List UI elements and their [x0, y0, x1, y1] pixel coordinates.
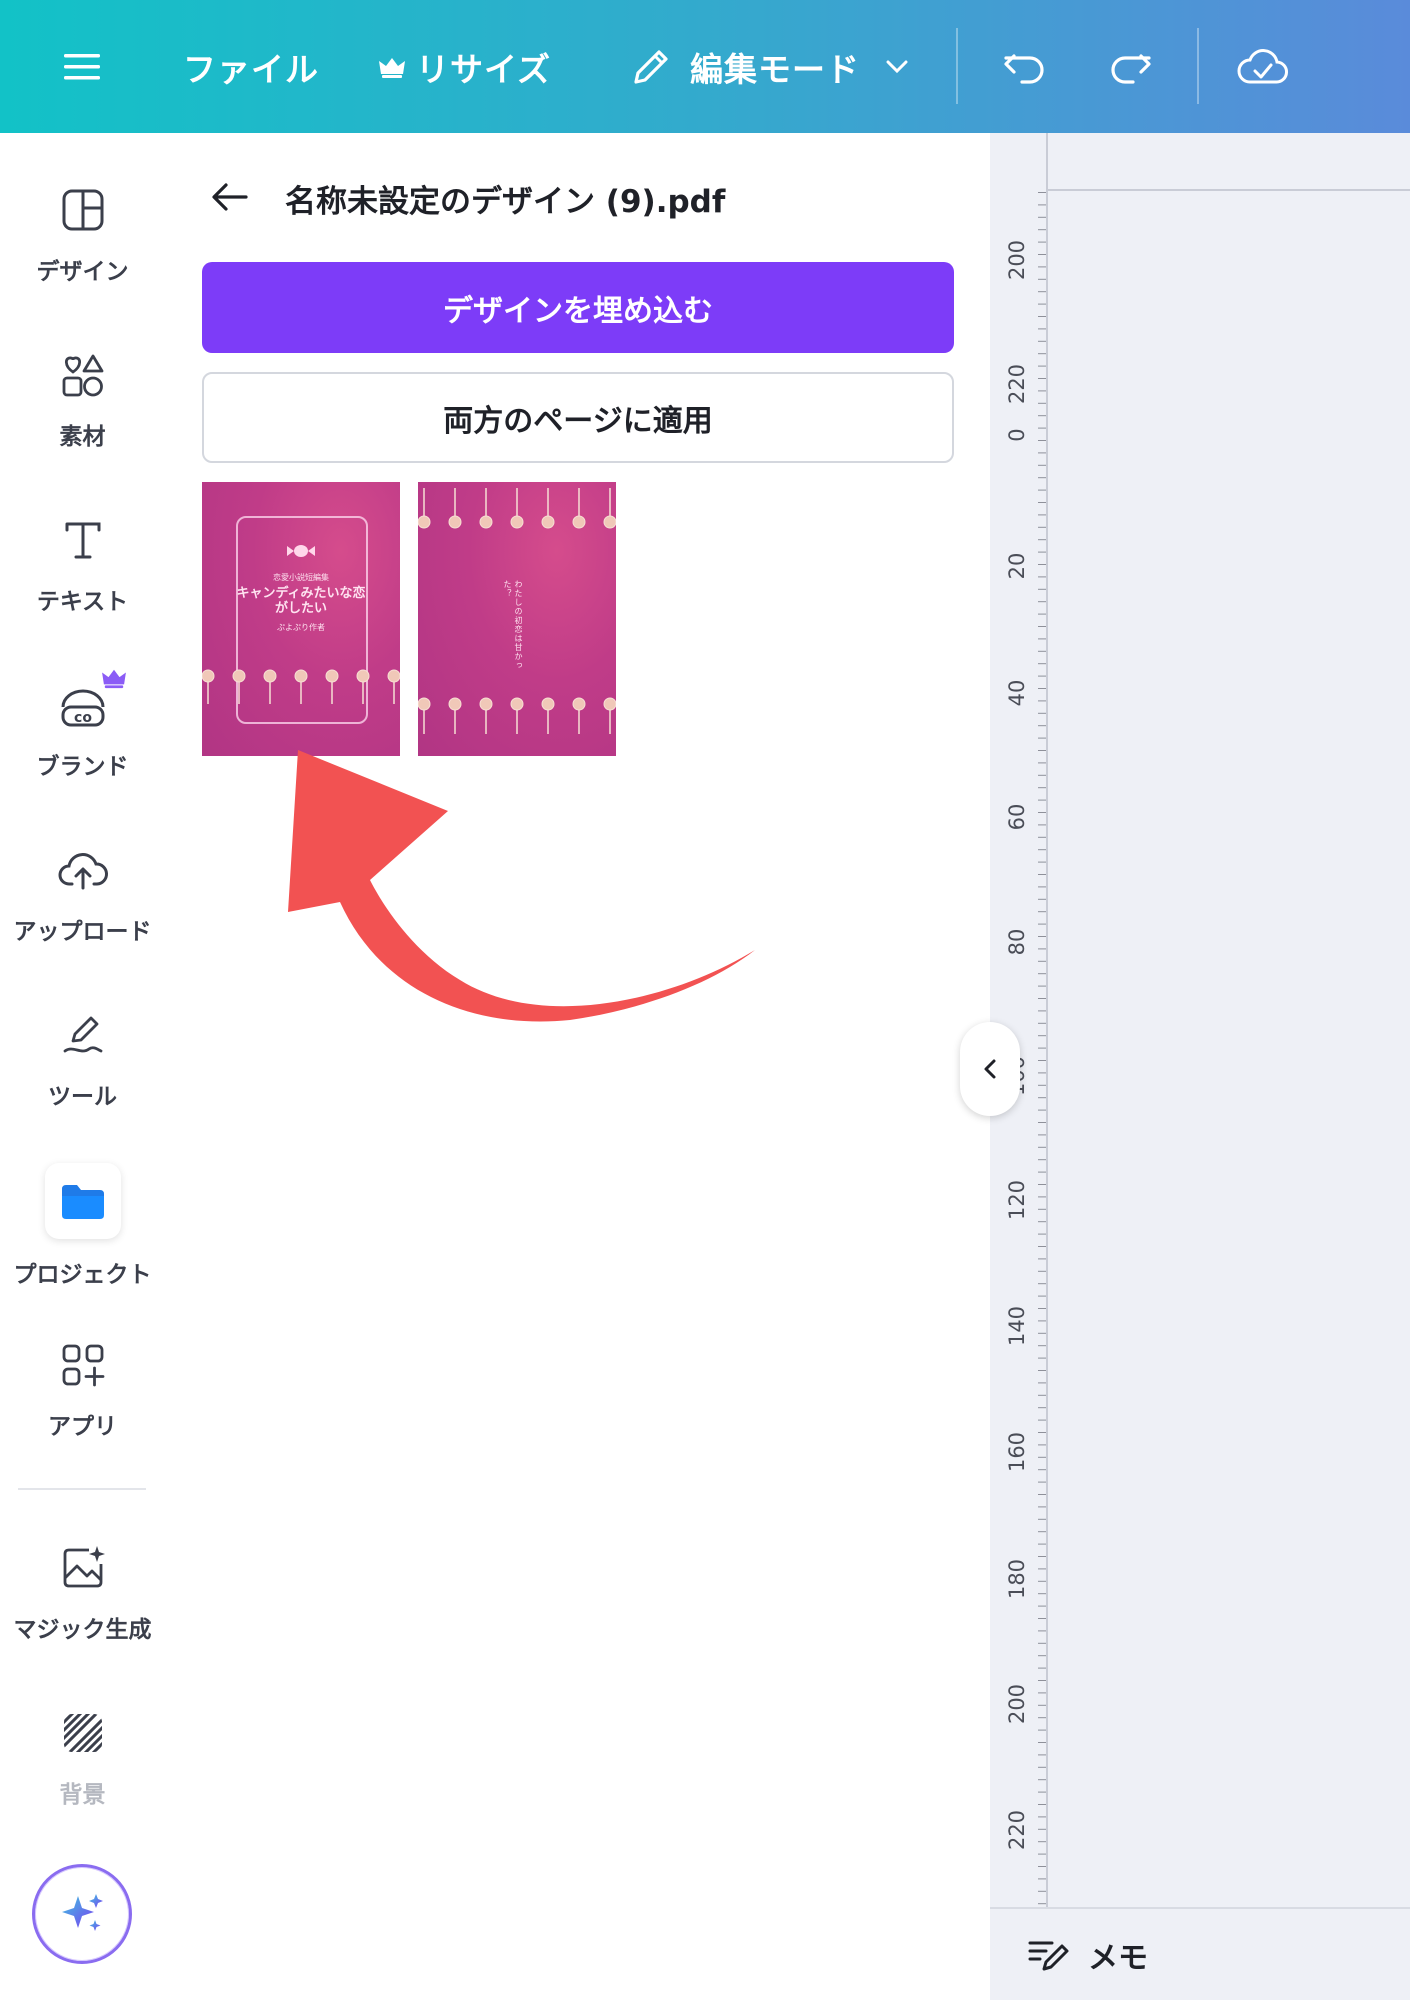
- toolbar-divider: [956, 28, 958, 104]
- sidebar-item-apps[interactable]: アプリ: [0, 1337, 165, 1441]
- sidebar-item-uploads[interactable]: アップロード: [0, 842, 165, 946]
- magic-image-icon: [55, 1540, 111, 1596]
- sidebar-item-brand[interactable]: co ブランド: [0, 669, 165, 781]
- ruler-label: 60: [1005, 803, 1029, 831]
- brand-icon: co: [55, 669, 126, 733]
- shapes-icon: [55, 347, 111, 403]
- ruler-label: 120: [1005, 1179, 1029, 1221]
- sidebar-item-label: ツール: [48, 1084, 117, 1110]
- top-toolbar: ファイル リサイズ 編集モード: [0, 0, 1410, 133]
- file-menu-label: ファイル: [183, 49, 319, 89]
- cover-subtitle: 恋愛小説短編集: [273, 573, 329, 582]
- ruler-label: 20: [1005, 552, 1029, 580]
- folder-icon: [44, 1163, 121, 1239]
- ruler-label: 40: [1005, 679, 1029, 707]
- crown-icon: [379, 57, 405, 78]
- page-thumbnail-2[interactable]: わたしの初恋は甘かった？: [418, 482, 616, 756]
- ruler-label: 180: [1005, 1558, 1029, 1600]
- sidebar-item-design[interactable]: デザイン: [0, 182, 165, 286]
- collapse-panel-button[interactable]: [960, 1022, 1020, 1116]
- cloud-upload-icon: [55, 842, 111, 898]
- cloud-save-status-button[interactable]: [1236, 0, 1290, 133]
- sidebar-item-label: アプリ: [48, 1414, 117, 1440]
- notes-pencil-icon: [1028, 1941, 1069, 1970]
- cover-author: ぷよぷり作者: [277, 623, 325, 632]
- pencil-icon: [634, 49, 668, 84]
- edit-mode-dropdown[interactable]: 編集モード: [628, 0, 914, 133]
- sparkle-icon: [62, 1894, 103, 1931]
- lollipop-row-bottom-icon: [418, 697, 616, 734]
- edit-mode-label: 編集モード: [690, 49, 860, 89]
- pen-tool-icon: [55, 1007, 111, 1063]
- sidebar-item-label: マジック生成: [13, 1617, 152, 1643]
- candy-ribbon-icon: [287, 545, 315, 557]
- page-vertical-text: わたしの初恋は甘かった？: [503, 580, 523, 670]
- ruler-ticks: [1030, 192, 1046, 1907]
- file-menu-button[interactable]: ファイル: [183, 0, 319, 133]
- ruler-label: 220: [1005, 1809, 1029, 1851]
- page-thumbnail-1[interactable]: 恋愛小説短編集 キャンディみたいな恋 がしたい ぷよぷり作者: [202, 482, 400, 756]
- layout-icon: [55, 182, 111, 238]
- apps-icon: [55, 1337, 111, 1393]
- ruler-label: 160: [1005, 1431, 1029, 1473]
- cloud-check-icon: [1237, 48, 1288, 83]
- panel-title: 名称未設定のデザイン (9).pdf: [285, 184, 726, 220]
- sidebar-item-label: ブランド: [36, 754, 129, 780]
- canvas-area: [990, 133, 1410, 2000]
- menu-button[interactable]: [58, 0, 106, 133]
- embed-design-button[interactable]: デザインを埋め込む: [202, 262, 954, 353]
- ruler-label: 0: [1005, 428, 1029, 442]
- redo-icon: [1111, 53, 1151, 84]
- resize-button[interactable]: リサイズ: [378, 0, 551, 133]
- ruler-label: 200: [1005, 239, 1029, 281]
- annotation-arrow-icon: [288, 750, 755, 1022]
- sidebar-item-label: テキスト: [36, 589, 129, 615]
- lollipop-row-icon: [202, 669, 400, 704]
- back-button[interactable]: [205, 174, 255, 220]
- background-hatch-icon: [55, 1705, 111, 1761]
- chevron-down-icon: [886, 60, 908, 73]
- ruler-label: 220: [1005, 363, 1029, 405]
- notes-bar: メモ: [990, 1907, 1410, 2000]
- resize-label: リサイズ: [416, 49, 552, 89]
- lollipop-row-top-icon: [418, 488, 616, 529]
- sidebar-divider: [18, 1488, 146, 1490]
- sidebar-item-magic-media[interactable]: マジック生成: [0, 1540, 165, 1644]
- undo-button[interactable]: [1000, 0, 1050, 133]
- sidebar-item-background[interactable]: 背景: [0, 1705, 165, 1809]
- notes-label: メモ: [1088, 1940, 1148, 1976]
- magic-assistant-button[interactable]: [32, 1864, 132, 1964]
- cover-title-line-1: キャンディみたいな恋: [236, 586, 366, 601]
- sidebar-item-label: デザイン: [36, 259, 129, 285]
- text-icon: [55, 512, 111, 568]
- sidebar-item-text[interactable]: テキスト: [0, 512, 165, 616]
- arrow-left-icon: [212, 183, 248, 211]
- hamburger-menu-icon: [64, 53, 100, 79]
- cover-title-line-2: がしたい: [274, 601, 327, 616]
- sidebar-item-label: プロジェクト: [13, 1262, 152, 1288]
- ruler-label: 200: [1005, 1683, 1029, 1725]
- redo-button[interactable]: [1105, 0, 1155, 133]
- crown-icon: [101, 669, 126, 689]
- svg-text:co: co: [74, 710, 92, 726]
- sidebar-item-tools[interactable]: ツール: [0, 1007, 165, 1111]
- sidebar-item-label: 背景: [59, 1782, 106, 1808]
- ruler-label: 140: [1005, 1305, 1029, 1347]
- notes-button[interactable]: メモ: [1026, 1933, 1148, 1977]
- sidebar-item-label: 素材: [59, 424, 106, 450]
- sidebar-item-projects[interactable]: プロジェクト: [0, 1163, 165, 1289]
- sidebar-item-label: アップロード: [13, 919, 152, 945]
- chevron-left-icon: [984, 1059, 996, 1079]
- sidebar-item-elements[interactable]: 素材: [0, 347, 165, 451]
- apply-both-pages-button[interactable]: 両方のページに適用: [202, 372, 954, 463]
- horizontal-ruler: [1048, 133, 1410, 191]
- toolbar-divider: [1197, 28, 1199, 104]
- undo-icon: [1004, 53, 1044, 84]
- ruler-label: 80: [1005, 928, 1029, 956]
